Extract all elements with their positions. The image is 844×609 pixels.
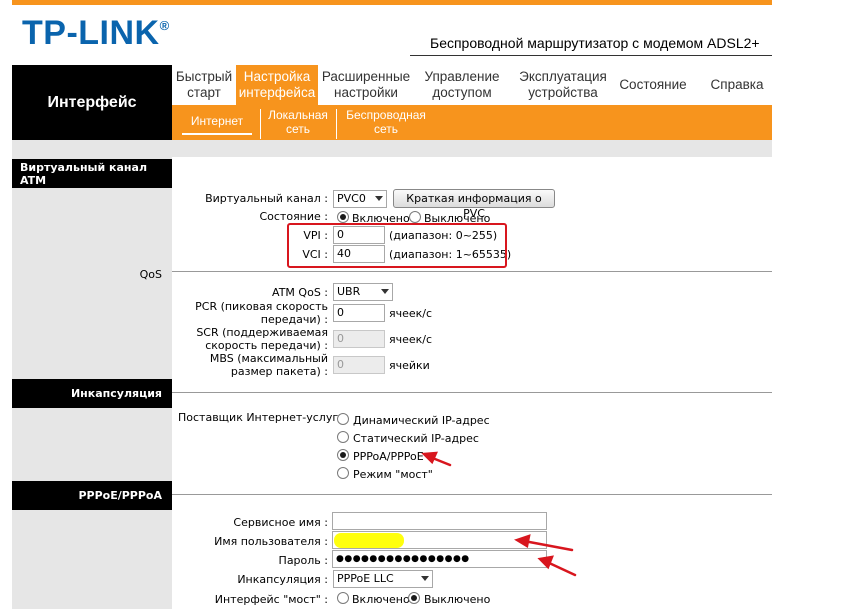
status-on-radio[interactable] bbox=[337, 211, 349, 223]
atm-qos-label: ATM QoS : bbox=[272, 286, 328, 299]
bridge-interface-label: Интерфейс "мост" : bbox=[214, 593, 328, 606]
content-top-strip bbox=[12, 140, 772, 157]
tab-help[interactable]: Справка bbox=[702, 65, 772, 105]
isp-static-ip-radio[interactable] bbox=[337, 431, 349, 443]
isp-bridge-radio[interactable] bbox=[337, 467, 349, 479]
section-header-pppoe: PPPoE/PPPoA bbox=[12, 481, 172, 510]
chevron-down-icon bbox=[375, 196, 383, 201]
tab-access-management[interactable]: Управление доступом bbox=[414, 65, 510, 105]
pcr-input[interactable]: 0 bbox=[333, 304, 385, 322]
subnav-separator bbox=[260, 109, 261, 139]
annotation-box-vpi-vci bbox=[287, 223, 507, 268]
section-header-atm: Виртуальный канал ATM bbox=[12, 159, 172, 188]
password-label: Пароль : bbox=[278, 554, 328, 567]
password-input[interactable]: ●●●●●●●●●●●●●●●● bbox=[332, 550, 547, 568]
tp-link-logo: TP-LINK® bbox=[22, 14, 170, 52]
pppoe-encap-value: PPPoE LLC bbox=[337, 572, 394, 585]
subtab-internet[interactable]: Интернет bbox=[182, 109, 252, 135]
isp-label: Поставщик Интернет-услуг : bbox=[178, 411, 346, 424]
header-divider bbox=[410, 55, 772, 56]
mbs-label: MBS (максимальный размер пакета) : bbox=[209, 352, 328, 378]
divider-line bbox=[172, 494, 772, 495]
bridge-on-label: Включено bbox=[352, 593, 410, 606]
status-label: Состояние : bbox=[259, 210, 328, 223]
atm-qos-select[interactable]: UBR bbox=[333, 283, 393, 301]
isp-pppoe-label: PPPoA/PPPoE bbox=[353, 450, 424, 463]
chevron-down-icon bbox=[421, 576, 429, 581]
top-accent-strip bbox=[12, 0, 772, 5]
tab-interface-setup[interactable]: Настройка интерфейса bbox=[236, 65, 318, 105]
subtab-wireless[interactable]: Беспроводная сеть bbox=[340, 108, 432, 136]
status-off-radio[interactable] bbox=[409, 211, 421, 223]
pcr-label: PCR (пиковая скорость передачи) : bbox=[195, 300, 328, 326]
chevron-down-icon bbox=[381, 289, 389, 294]
scr-input[interactable]: 0 bbox=[333, 330, 385, 348]
redacted-username-highlight bbox=[334, 533, 404, 548]
section-label-qos: QoS bbox=[139, 268, 162, 281]
isp-pppoe-radio[interactable] bbox=[337, 449, 349, 461]
divider-line bbox=[172, 392, 772, 393]
mbs-input[interactable]: 0 bbox=[333, 356, 385, 374]
isp-static-ip-label: Статический IP-адрес bbox=[353, 432, 479, 445]
service-name-input[interactable] bbox=[332, 512, 547, 530]
main-navigation: Быстрый старт Настройка интерфейса Расши… bbox=[172, 65, 772, 140]
tab-advanced-setup[interactable]: Расширенные настройки bbox=[318, 65, 414, 105]
scr-label: SCR (поддерживаемая скорость передачи) : bbox=[196, 326, 328, 352]
tab-maintenance[interactable]: Эксплуатация устройства bbox=[510, 65, 616, 105]
username-label: Имя пользователя : bbox=[214, 535, 328, 548]
subnav-bar: Интернет Локальная сеть Беспроводная сет… bbox=[172, 105, 772, 140]
annotation-arrow bbox=[428, 455, 452, 467]
mbs-unit: ячейки bbox=[389, 359, 430, 372]
subtab-lan[interactable]: Локальная сеть bbox=[262, 108, 334, 136]
subnav-separator bbox=[336, 109, 337, 139]
vc-label: Виртуальный канал : bbox=[205, 192, 328, 205]
divider-line bbox=[172, 271, 772, 272]
pvc-info-button[interactable]: Краткая информация о PVC bbox=[393, 189, 555, 220]
annotation-arrow bbox=[545, 560, 577, 577]
nav-section-title: Интерфейс bbox=[12, 65, 172, 140]
vc-select-value: PVC0 bbox=[337, 192, 366, 205]
bridge-off-radio[interactable] bbox=[408, 592, 420, 604]
isp-dynamic-ip-radio[interactable] bbox=[337, 413, 349, 425]
annotation-arrowhead bbox=[421, 451, 438, 465]
bridge-off-label: Выключено bbox=[424, 593, 491, 606]
isp-dynamic-ip-label: Динамический IP-адрес bbox=[353, 414, 490, 427]
product-title: Беспроводной маршрутизатор с модемом ADS… bbox=[430, 35, 760, 51]
pppoe-encap-label: Инкапсуляция : bbox=[237, 573, 328, 586]
section-header-encapsulation: Инкапсуляция bbox=[12, 379, 172, 408]
pcr-unit: ячеек/с bbox=[389, 307, 433, 320]
tab-status[interactable]: Состояние bbox=[616, 65, 690, 105]
vc-select[interactable]: PVC0 bbox=[333, 190, 387, 208]
pppoe-encap-select[interactable]: PPPoE LLC bbox=[333, 570, 433, 588]
service-name-label: Сервисное имя : bbox=[233, 516, 328, 529]
tab-quick-start[interactable]: Быстрый старт bbox=[172, 65, 236, 105]
bridge-on-radio[interactable] bbox=[337, 592, 349, 604]
isp-bridge-label: Режим "мост" bbox=[353, 468, 433, 481]
atm-qos-value: UBR bbox=[337, 285, 361, 298]
scr-unit: ячеек/с bbox=[389, 333, 433, 346]
